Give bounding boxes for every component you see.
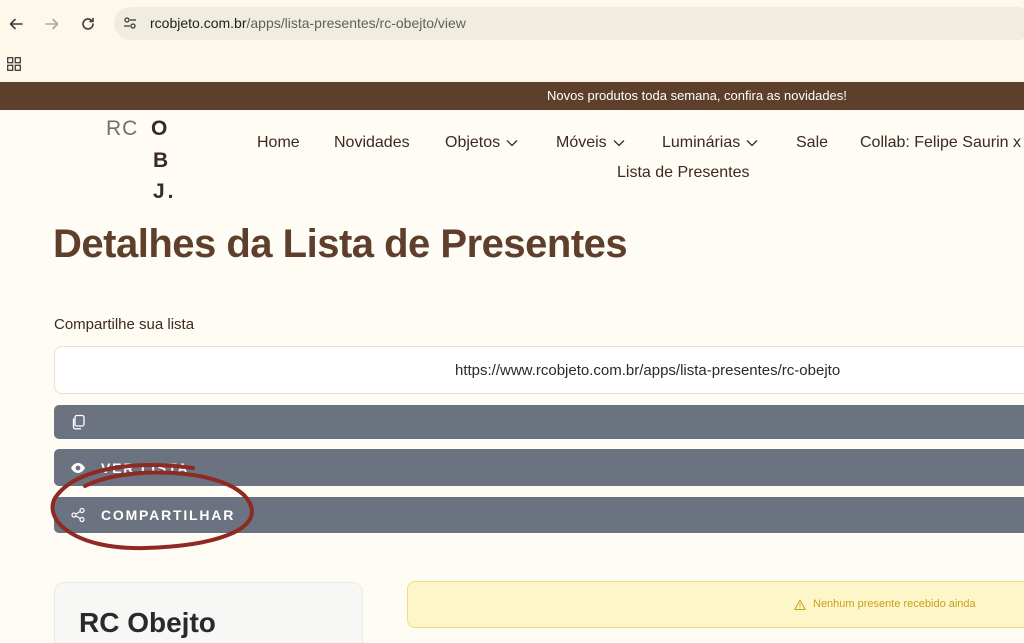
logo-o: O [151, 117, 168, 140]
arrow-left-icon [9, 18, 23, 30]
reload-icon [82, 17, 94, 30]
site-logo[interactable]: RC O B J. [106, 118, 186, 204]
nav-lista-presentes[interactable]: Lista de Presentes [617, 164, 750, 182]
nav-sale[interactable]: Sale [796, 134, 828, 152]
nav-sale-label: Sale [796, 134, 829, 151]
logo-j: J. [153, 180, 177, 203]
nav-luminarias-label: Luminárias [662, 134, 741, 151]
copy-icon [72, 414, 85, 430]
nav-collab-label: Collab: Felipe Saurin x I [860, 134, 1024, 151]
share-icon [71, 507, 85, 523]
nav-objetos[interactable]: Objetos [445, 134, 518, 152]
page-title: Detalhes da Lista de Presentes [53, 222, 628, 266]
list-owner-card: RC Obejto [54, 582, 363, 643]
nav-luminarias[interactable]: Luminárias [662, 134, 758, 152]
arrow-right-icon [45, 18, 59, 30]
view-list-button[interactable]: VER LISTA [54, 449, 1024, 486]
chevron-down-icon [613, 140, 625, 147]
chevron-down-icon [746, 140, 758, 147]
announcement-text: Novos produtos toda semana, confira as n… [547, 88, 847, 103]
eye-icon [71, 462, 85, 473]
reload-button[interactable] [76, 12, 100, 36]
no-gifts-notice: Nenhum presente recebido ainda [407, 581, 1024, 628]
nav-moveis-label: Móveis [556, 134, 607, 151]
url-text: rcobjeto.com.br/apps/lista-presentes/rc-… [150, 15, 466, 31]
nav-collab[interactable]: Collab: Felipe Saurin x I [860, 134, 1024, 152]
share-url-input[interactable] [54, 346, 1024, 394]
nav-novidades-label: Novidades [334, 134, 410, 151]
notice-text: Nenhum presente recebido ainda [813, 598, 976, 610]
url-domain: rcobjeto.com.br [150, 15, 247, 31]
address-bar[interactable]: rcobjeto.com.br/apps/lista-presentes/rc-… [114, 7, 1024, 40]
card-title: RC Obejto [79, 607, 216, 638]
logo-b: B [153, 149, 169, 172]
copy-link-button[interactable] [54, 405, 1024, 439]
view-list-label: VER LISTA [101, 459, 190, 476]
browser-toolbar: rcobjeto.com.br/apps/lista-presentes/rc-… [0, 0, 1024, 50]
chevron-down-icon [506, 140, 518, 147]
site-settings-icon[interactable] [123, 16, 137, 30]
apps-grid-icon[interactable] [7, 57, 21, 71]
back-button[interactable] [4, 12, 28, 36]
announcement-bar: Novos produtos toda semana, confira as n… [0, 82, 1024, 110]
nav-home[interactable]: Home [257, 134, 300, 152]
logo-rc: RC [106, 117, 139, 140]
nav-novidades[interactable]: Novidades [334, 134, 410, 152]
bookmarks-bar [0, 50, 1024, 82]
share-button-label: COMPARTILHAR [101, 507, 236, 523]
share-button[interactable]: COMPARTILHAR [54, 497, 1024, 533]
warning-icon [794, 599, 806, 610]
nav-home-label: Home [257, 134, 300, 151]
nav-objetos-label: Objetos [445, 134, 501, 151]
share-label: Compartilhe sua lista [54, 316, 195, 333]
forward-button[interactable] [40, 12, 64, 36]
url-path: /apps/lista-presentes/rc-obejto/view [246, 15, 466, 31]
nav-moveis[interactable]: Móveis [556, 134, 625, 152]
